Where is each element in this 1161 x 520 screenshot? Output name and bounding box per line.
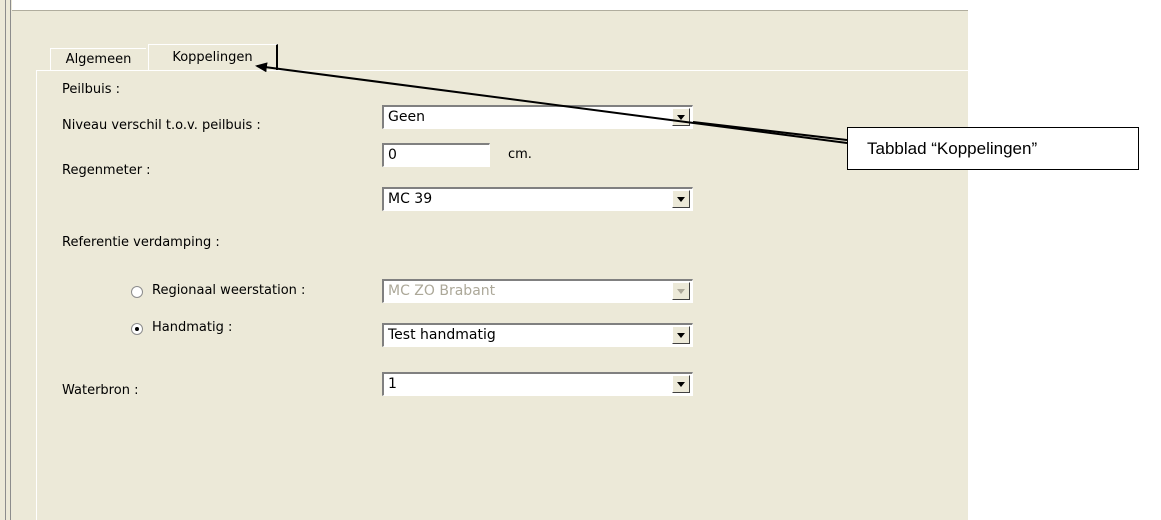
annotation-arrow-line	[255, 62, 848, 144]
annotation-pointer-line	[692, 121, 848, 141]
annotation-arrows	[255, 62, 848, 144]
